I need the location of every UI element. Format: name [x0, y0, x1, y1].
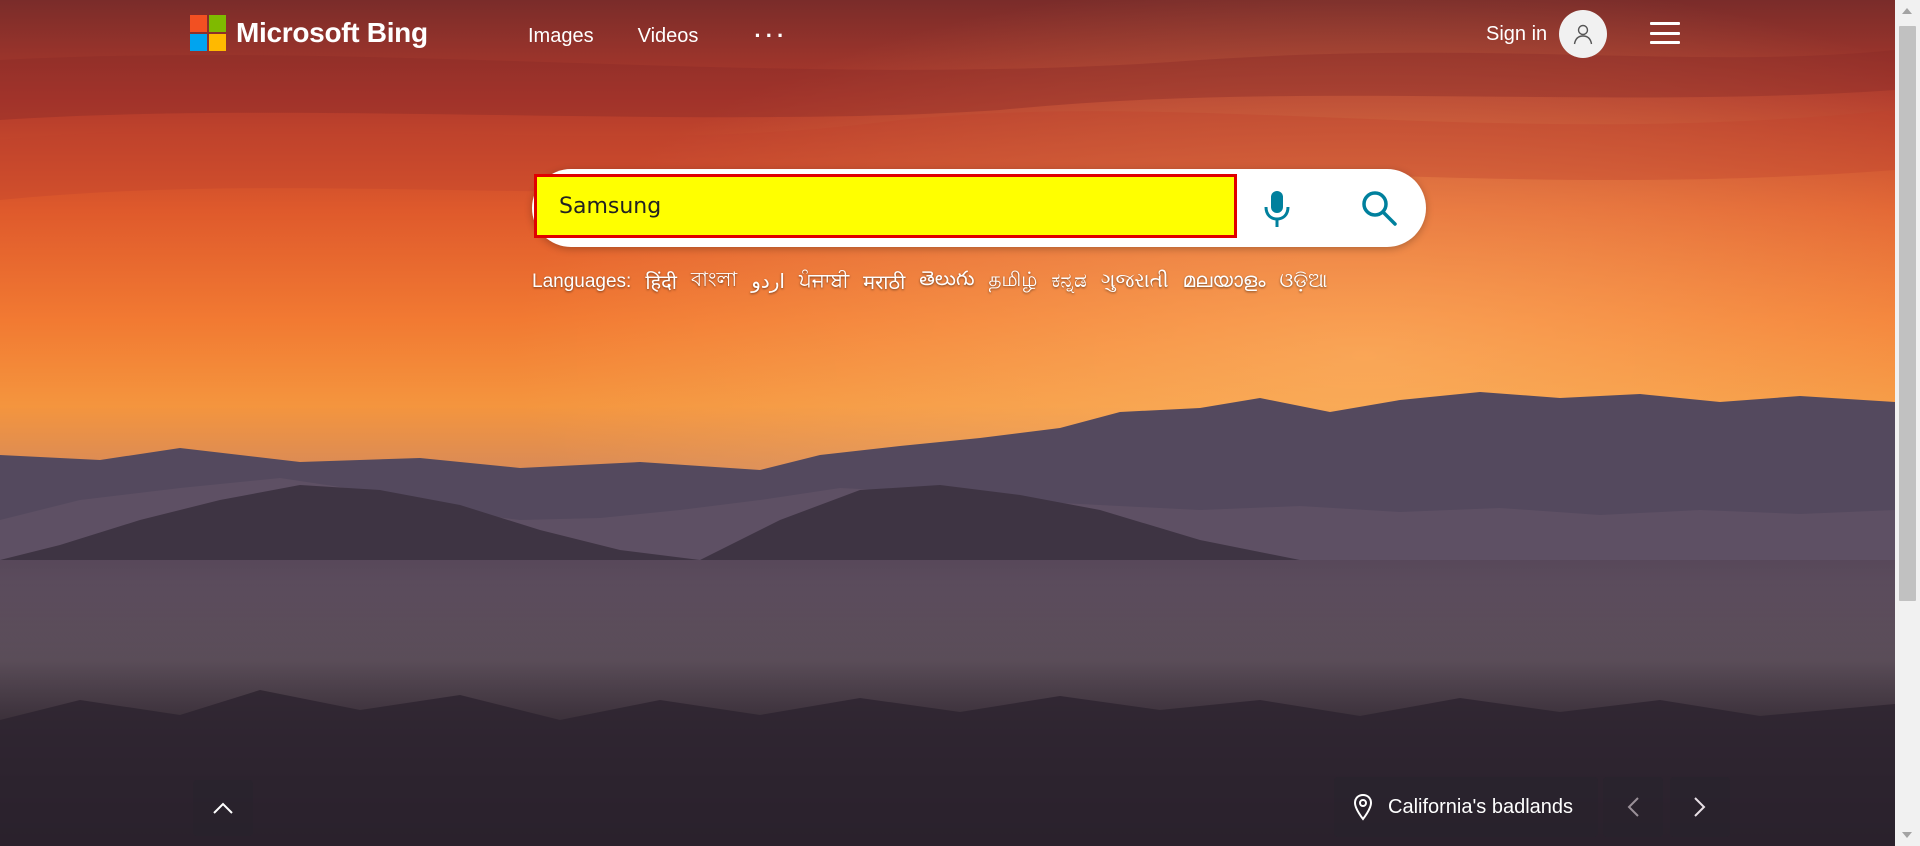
languages-label: Languages: — [532, 270, 632, 292]
language-link-marathi[interactable]: मराठी — [863, 268, 905, 295]
location-pin-icon — [1353, 793, 1373, 821]
scroll-down-arrow[interactable] — [1902, 832, 1912, 838]
search-icon — [1362, 191, 1397, 226]
brand-name: Microsoft Bing — [236, 17, 428, 48]
more-menu-button[interactable]: ··· — [754, 23, 788, 49]
bing-logo[interactable]: Microsoft Bing — [190, 15, 428, 51]
language-link-kannada[interactable]: ಕನ್ನಡ — [1051, 270, 1087, 293]
hamburger-icon[interactable] — [1650, 22, 1680, 44]
language-link-bengali[interactable]: বাংলা — [691, 265, 737, 298]
search-box — [532, 169, 1426, 247]
chevron-left-icon — [1627, 797, 1639, 817]
next-image-button[interactable] — [1670, 777, 1730, 837]
user-icon — [1559, 10, 1608, 58]
sign-in-label: Sign in — [1486, 22, 1548, 45]
nav-item-videos[interactable]: Videos — [638, 25, 699, 48]
nav-item-images[interactable]: Images — [528, 25, 594, 48]
language-link-punjabi[interactable]: ਪੰਜਾਬੀ — [799, 270, 849, 293]
image-info-button[interactable]: California's badlands — [1334, 777, 1598, 837]
language-link-urdu[interactable]: اردو — [751, 269, 785, 294]
language-link-hindi[interactable]: हिंदी — [645, 268, 677, 295]
microphone-icon[interactable] — [1252, 184, 1302, 234]
sign-in-button[interactable]: Sign in — [1486, 10, 1608, 58]
previous-image-button[interactable] — [1603, 777, 1663, 837]
language-link-telugu[interactable]: తెలుగు — [919, 268, 974, 295]
background-image — [0, 0, 1895, 846]
language-link-odia[interactable]: ଓଡ଼ିଆ — [1280, 270, 1328, 293]
search-button[interactable] — [1354, 183, 1404, 233]
scroll-up-arrow[interactable] — [1902, 8, 1912, 14]
language-link-gujarati[interactable]: ગુજરાતી — [1101, 270, 1169, 293]
page-scrollbar[interactable] — [1895, 0, 1920, 846]
language-link-tamil[interactable]: தமிழ் — [989, 269, 1038, 294]
languages-bar: Languages: हिंदी বাংলা اردو ਪੰਜਾਬੀ मराठी… — [532, 265, 1328, 298]
scrollbar-thumb[interactable] — [1899, 26, 1916, 601]
scroll-up-button[interactable] — [193, 780, 253, 836]
chevron-right-icon — [1694, 797, 1706, 817]
image-caption: California's badlands — [1388, 795, 1574, 818]
language-link-malayalam[interactable]: മലയാളം — [1183, 270, 1266, 293]
top-nav: Images Videos ··· — [528, 23, 788, 49]
search-input[interactable] — [534, 174, 1237, 238]
chevron-up-icon — [213, 802, 233, 814]
microsoft-logo-icon — [190, 15, 226, 51]
